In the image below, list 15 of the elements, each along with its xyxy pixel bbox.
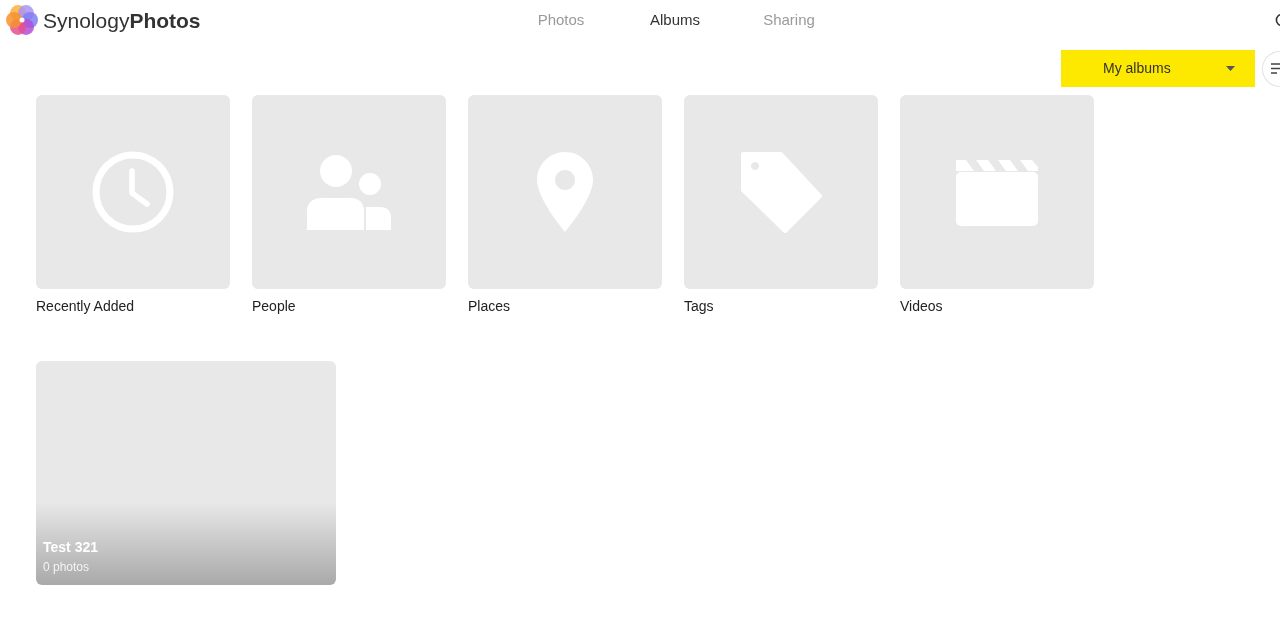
flower-icon	[6, 3, 38, 37]
search-icon[interactable]	[1275, 13, 1280, 27]
category-label[interactable]: Recently Added	[36, 296, 230, 316]
sort-icon	[1271, 63, 1280, 74]
nav-tab[interactable]: Albums	[618, 10, 732, 30]
category-label[interactable]: People	[252, 296, 446, 316]
sort-button[interactable]	[1262, 50, 1280, 87]
category-label[interactable]: Videos	[900, 296, 1094, 316]
category-label[interactable]: Places	[468, 296, 662, 316]
caret-icon	[1226, 66, 1235, 71]
album-photo-count: 0 photos	[43, 559, 91, 575]
app-title: SynologyPhotos	[43, 9, 201, 31]
album-title: Test 321	[43, 538, 99, 556]
album-filter-dropdown[interactable]: My albums	[1061, 50, 1255, 87]
category-label[interactable]: Tags	[684, 296, 878, 316]
